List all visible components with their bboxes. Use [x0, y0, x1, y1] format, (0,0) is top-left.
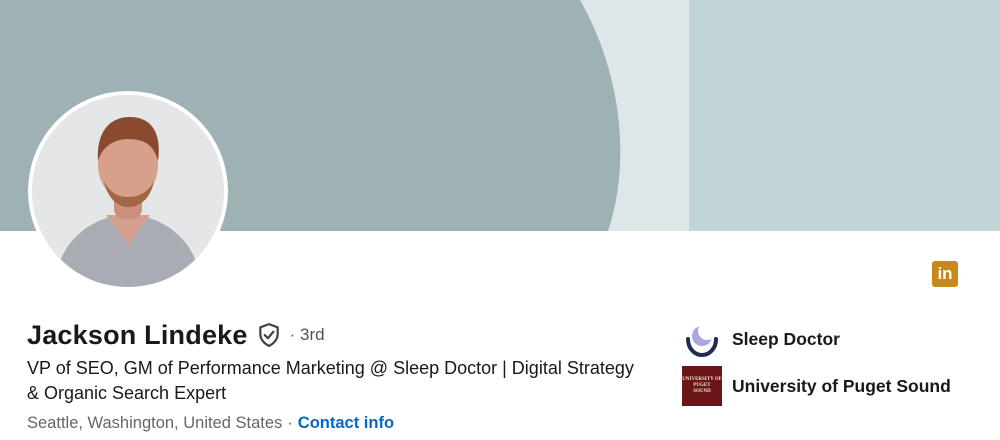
verified-shield-icon[interactable]: [256, 322, 282, 348]
linkedin-icon[interactable]: in: [932, 261, 958, 287]
org-name-sleep-doctor: Sleep Doctor: [732, 328, 840, 349]
profile-photo[interactable]: [28, 91, 228, 291]
profile-location: Seattle, Washington, United States: [27, 414, 283, 432]
location-row: Seattle, Washington, United States · Conta…: [27, 414, 394, 433]
profile-headline: VP of SEO, GM of Performance Marketing @…: [27, 358, 634, 403]
university-crest-logo: UNIVERSITY OF PUGET SOUND: [682, 366, 722, 406]
location-separator: ·: [287, 414, 293, 432]
org-sleep-doctor[interactable]: Sleep Doctor: [682, 319, 840, 359]
logo-text-line-3: SOUND: [693, 389, 711, 394]
profile-name: Jackson Lindeke: [27, 319, 248, 350]
sleep-doctor-moon-logo: [686, 322, 718, 358]
name-row: Jackson Lindeke · 3rd: [27, 318, 325, 352]
connection-degree: · 3rd: [289, 325, 325, 344]
org-university-of-puget-sound[interactable]: UNIVERSITY OF PUGET SOUND University of …: [682, 366, 951, 406]
org-name-university-of-puget-sound: University of Puget Sound: [732, 375, 951, 396]
profile-photo-illustration: [32, 95, 224, 287]
contact-info-link[interactable]: Contact info: [298, 414, 394, 432]
